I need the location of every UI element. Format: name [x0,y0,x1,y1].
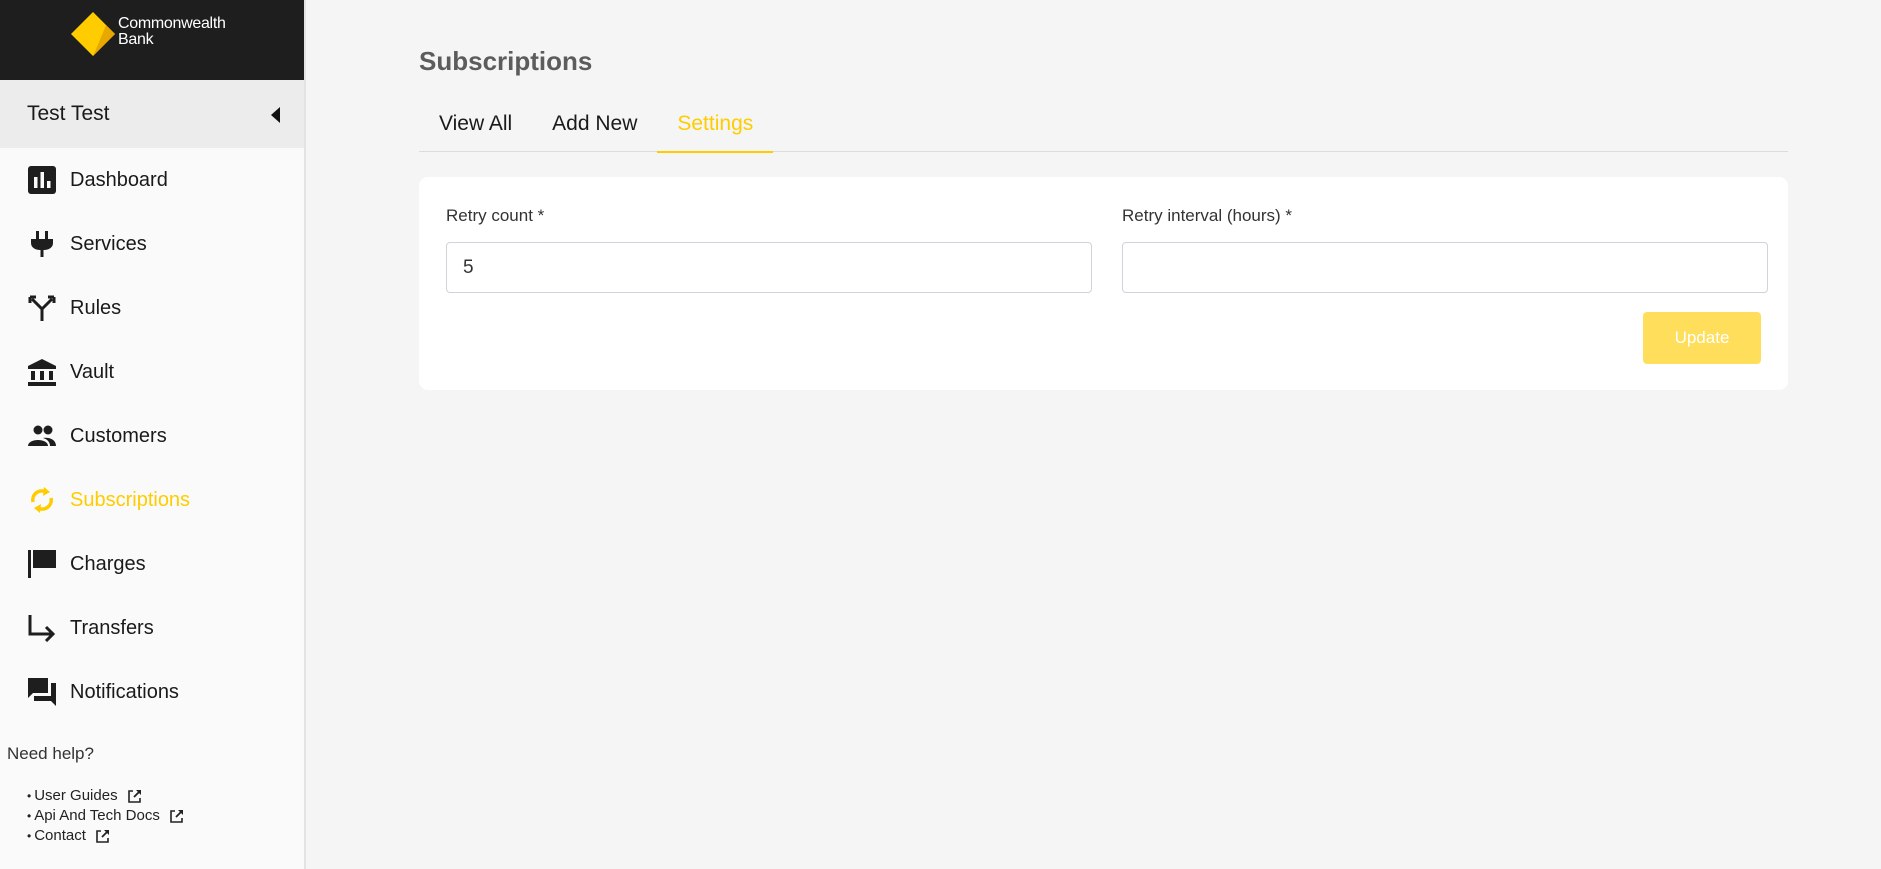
settings-card: Retry count * Retry interval (hours) * U… [419,177,1788,390]
bullet: • [27,809,32,823]
sidebar-item-services[interactable]: Services [0,212,304,276]
sidebar-item-rules[interactable]: Rules [0,276,304,340]
help-title: Need help? [7,744,94,763]
tab-view-all[interactable]: View All [419,104,532,152]
sidebar-item-label: Vault [70,360,115,383]
sidebar-item-label: Customers [70,424,167,447]
refresh-icon [27,486,56,515]
help-links: • User Guides • Api And Tech Docs • Cont… [27,786,184,846]
commonwealth-bank-logo-icon [71,12,115,56]
collapse-sidebar-icon[interactable] [271,107,280,123]
retry-interval-label: Retry interval (hours) * [1122,206,1293,225]
user-name: Test Test [27,102,110,125]
sidebar-item-vault[interactable]: Vault [0,340,304,404]
sidebar: Commonwealth Bank Test Test Dashboard Se… [0,0,306,869]
people-icon [27,422,56,451]
chat-icon [27,678,56,707]
sidebar-item-charges[interactable]: Charges [0,532,304,596]
brand-name-line1: Commonwealth [118,15,226,32]
retry-count-label: Retry count * [446,206,545,225]
bank-icon [27,358,56,387]
brand-header: Commonwealth Bank [0,0,304,80]
sidebar-item-label: Charges [70,552,146,575]
sidebar-item-dashboard[interactable]: Dashboard [0,148,304,212]
brand-name: Commonwealth Bank [118,16,226,48]
retry-count-field: Retry count * [446,206,1092,293]
external-link-icon [96,829,109,843]
sidebar-item-subscriptions[interactable]: Subscriptions [0,468,304,532]
sidebar-item-notifications[interactable]: Notifications [0,660,304,724]
tab-add-new[interactable]: Add New [532,104,657,152]
bullet: • [27,829,32,843]
external-link-icon [127,789,141,803]
sidebar-item-label: Services [70,232,147,255]
sidebar-item-label: Subscriptions [70,488,191,511]
fork-icon [27,294,56,323]
brand-name-line2: Bank [118,31,154,48]
update-button[interactable]: Update [1643,312,1761,364]
sidebar-item-label: Dashboard [70,168,168,191]
user-menu[interactable]: Test Test [0,80,304,148]
help-link-label: Api And Tech Docs [34,807,160,824]
retry-interval-input[interactable] [1122,242,1768,293]
plug-icon [27,230,56,259]
turn-arrow-icon [27,614,56,643]
help-link-api-docs[interactable]: • Api And Tech Docs [27,806,184,826]
help-link-label: Contact [34,827,86,844]
tab-settings[interactable]: Settings [657,104,774,153]
help-section: Need help? • User Guides • Api And Tech … [7,744,184,846]
external-link-icon [170,809,183,823]
sidebar-nav: Dashboard Services Rules Vault Customers [0,148,304,724]
tab-bar: View All Add New Settings [419,104,1788,153]
dashboard-icon [27,166,56,195]
sidebar-item-label: Rules [70,296,122,319]
sidebar-item-label: Transfers [70,616,154,639]
page-title: Subscriptions [419,46,593,76]
help-link-label: User Guides [34,787,118,804]
retry-count-input[interactable] [446,242,1092,293]
bullet: • [27,789,32,803]
help-link-contact[interactable]: • Contact [27,826,184,846]
retry-interval-field: Retry interval (hours) * [1122,206,1768,293]
sidebar-item-transfers[interactable]: Transfers [0,596,304,660]
sidebar-item-customers[interactable]: Customers [0,404,304,468]
sidebar-item-label: Notifications [70,680,179,703]
help-link-user-guides[interactable]: • User Guides [27,786,184,806]
flag-icon [27,550,56,579]
